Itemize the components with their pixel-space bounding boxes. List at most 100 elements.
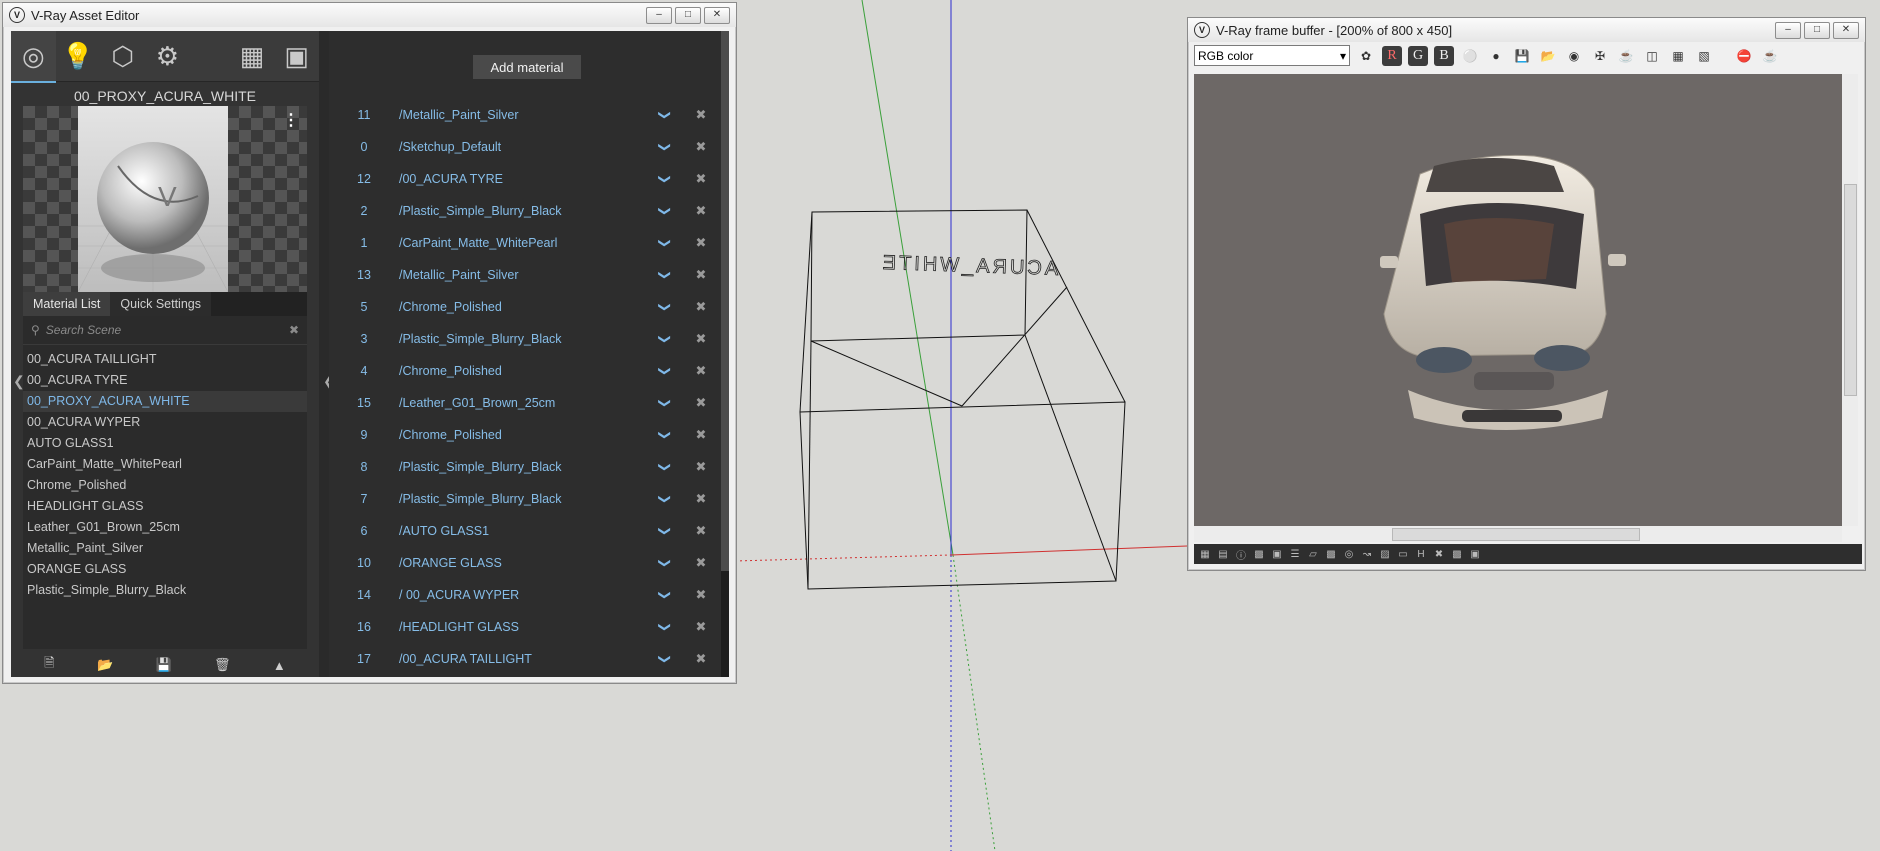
remove-slot-icon[interactable]: ✖ — [683, 139, 719, 155]
list-item[interactable]: Plastic_Simple_Blurry_Black — [23, 580, 307, 601]
compare-icon[interactable]: ◫ — [1642, 46, 1662, 66]
scrollbar-thumb[interactable] — [1392, 528, 1640, 541]
chevron-down-icon[interactable]: ❯ — [658, 161, 672, 197]
interactive-render-icon[interactable]: ☕ — [1760, 46, 1780, 66]
chevron-left-icon[interactable]: ❮ — [13, 373, 25, 390]
list-item[interactable]: Leather_G01_Brown_25cm — [23, 517, 307, 538]
slot-row[interactable]: 5/Chrome_Polished ❯ ✖ — [329, 291, 719, 323]
purge-icon[interactable]: ▲ — [273, 658, 286, 673]
chevron-down-icon[interactable]: ❯ — [658, 321, 672, 357]
search-bar[interactable]: ⚲ Search Scene ✖ — [23, 316, 307, 344]
stop-render-icon[interactable]: ⛔ — [1734, 46, 1754, 66]
chevron-down-icon[interactable]: ❯ — [658, 545, 672, 581]
search-input[interactable]: Search Scene — [46, 323, 289, 337]
vfb-horizontal-scrollbar[interactable] — [1194, 526, 1842, 542]
chevron-down-icon[interactable]: ❯ — [658, 353, 672, 389]
chevron-down-icon[interactable]: ❯ — [658, 513, 672, 549]
background-icon[interactable]: ▨ — [1378, 548, 1392, 560]
minimize-button[interactable]: – — [1775, 21, 1801, 39]
target-icon[interactable]: ◎ — [1342, 548, 1356, 560]
chevron-down-icon[interactable]: ❯ — [658, 97, 672, 133]
scrollbar-thumb[interactable] — [1844, 184, 1857, 396]
settings-tab-icon[interactable]: ⚙ — [145, 31, 190, 81]
list-item[interactable]: Metallic_Paint_Silver — [23, 538, 307, 559]
chevron-down-icon[interactable]: ❯ — [658, 609, 672, 645]
remove-slot-icon[interactable]: ✖ — [683, 235, 719, 251]
chevron-down-icon[interactable]: ❯ — [658, 641, 672, 677]
slot-row[interactable]: 6/AUTO GLASS1 ❯ ✖ — [329, 515, 719, 547]
chevron-down-icon[interactable]: ❯ — [658, 193, 672, 229]
remove-slot-icon[interactable]: ✖ — [683, 267, 719, 283]
render-image[interactable] — [1194, 74, 1842, 526]
chevron-down-icon[interactable]: ❯ — [658, 417, 672, 453]
slot-row[interactable]: 10/ORANGE GLASS ❯ ✖ — [329, 547, 719, 579]
restore-button[interactable]: □ — [675, 6, 701, 24]
list-item[interactable]: HEADLIGHT GLASS — [23, 496, 307, 517]
clear-search-icon[interactable]: ✖ — [289, 323, 299, 337]
slot-row[interactable]: 13/Metallic_Paint_Silver ❯ ✖ — [329, 259, 719, 291]
tab-quick-settings[interactable]: Quick Settings — [110, 292, 211, 316]
geometry-tab-icon[interactable]: ⬡ — [100, 31, 145, 81]
remove-slot-icon[interactable]: ✖ — [683, 491, 719, 507]
slot-row[interactable]: 9/Chrome_Polished ❯ ✖ — [329, 419, 719, 451]
chevron-down-icon[interactable]: ❯ — [658, 129, 672, 165]
slot-row[interactable]: 17/00_ACURA TAILLIGHT ❯ ✖ — [329, 643, 719, 675]
remove-slot-icon[interactable]: ✖ — [683, 363, 719, 379]
red-channel-button[interactable]: R — [1382, 45, 1402, 66]
remove-slot-icon[interactable]: ✖ — [683, 203, 719, 219]
track-mouse-icon[interactable]: ✠ — [1590, 46, 1610, 66]
remove-slot-icon[interactable]: ✖ — [683, 555, 719, 571]
render-elements-tab-icon[interactable]: ▦ — [230, 31, 275, 81]
slot-row[interactable]: 2/Plastic_Simple_Blurry_Black ❯ ✖ — [329, 195, 719, 227]
gray-dot-icon[interactable]: ● — [1486, 46, 1506, 66]
render-teapot-icon[interactable]: ☕ — [1616, 46, 1636, 66]
list-item[interactable]: Chrome_Polished — [23, 475, 307, 496]
restore-button[interactable]: □ — [1804, 21, 1830, 39]
chevron-down-icon[interactable]: ❯ — [658, 289, 672, 325]
slot-row[interactable]: 7/Plastic_Simple_Blurry_Black ❯ ✖ — [329, 483, 719, 515]
hue-icon[interactable]: H — [1414, 548, 1428, 560]
blue-channel-button[interactable]: B — [1434, 45, 1454, 66]
list-item-selected[interactable]: 00_PROXY_ACURA_WHITE — [23, 391, 307, 412]
frame-buffer-tab-icon[interactable]: ▣ — [274, 31, 319, 81]
list-item[interactable]: CarPaint_Matte_WhitePearl — [23, 454, 307, 475]
chevron-down-icon[interactable]: ❯ — [658, 449, 672, 485]
slot-row[interactable]: 1/CarPaint_Matte_WhitePearl ❯ ✖ — [329, 227, 719, 259]
list-item[interactable]: 00_ACURA TYRE — [23, 370, 307, 391]
lut-icon[interactable]: ▣ — [1270, 548, 1284, 560]
scrollbar-thumb[interactable] — [721, 31, 729, 571]
add-material-button[interactable]: Add material — [473, 55, 581, 79]
list-item[interactable]: 00_ACURA TAILLIGHT — [23, 349, 307, 370]
slot-row[interactable]: 12/00_ACURA TYRE ❯ ✖ — [329, 163, 719, 195]
remove-slot-icon[interactable]: ✖ — [683, 459, 719, 475]
slot-row[interactable]: 16/HEADLIGHT GLASS ❯ ✖ — [329, 611, 719, 643]
info-icon[interactable]: ⓘ — [1234, 548, 1248, 562]
save-image-icon[interactable]: 💾 — [1512, 46, 1532, 66]
curve-icon[interactable]: ↝ — [1360, 548, 1374, 560]
slot-row[interactable]: 3/Plastic_Simple_Blurry_Black ❯ ✖ — [329, 323, 719, 355]
chevron-down-icon[interactable]: ❯ — [658, 225, 672, 261]
remove-slot-icon[interactable]: ✖ — [683, 395, 719, 411]
lights-tab-icon[interactable]: 💡 — [56, 31, 101, 81]
list-item[interactable]: AUTO GLASS1 — [23, 433, 307, 454]
exposure-icon[interactable]: ▩ — [1324, 548, 1338, 560]
slot-row[interactable]: 14 / 00_ACURA WYPER ❯ ✖ — [329, 579, 719, 611]
minimize-button[interactable]: – — [646, 6, 672, 24]
new-file-icon[interactable]: 🗎 — [44, 654, 54, 676]
slot-row[interactable]: 0/Sketchup_Default ❯ ✖ — [329, 131, 719, 163]
remove-slot-icon[interactable]: ✖ — [683, 171, 719, 187]
white-dot-icon[interactable]: ⚪ — [1460, 46, 1480, 66]
remove-slot-icon[interactable]: ✖ — [683, 523, 719, 539]
color-balance-icon[interactable]: ▩ — [1450, 548, 1464, 560]
list-item[interactable]: 00_ACURA WYPER — [23, 412, 307, 433]
tab-material-list[interactable]: Material List — [23, 292, 111, 316]
slot-row[interactable]: 8/Plastic_Simple_Blurry_Black ❯ ✖ — [329, 451, 719, 483]
preview-menu-icon[interactable]: ⋮ — [283, 110, 299, 130]
vfb-titlebar[interactable]: V V-Ray frame buffer - [200% of 800 x 45… — [1188, 18, 1865, 42]
asset-editor-titlebar[interactable]: V V-Ray Asset Editor – □ ✕ — [3, 3, 736, 27]
chevron-down-icon[interactable]: ❯ — [658, 257, 672, 293]
remove-slot-icon[interactable]: ✖ — [683, 587, 719, 603]
green-channel-button[interactable]: G — [1408, 45, 1428, 66]
white-balance-icon[interactable]: ▭ — [1396, 548, 1410, 560]
slot-row[interactable]: 15/Leather_G01_Brown_25cm ❯ ✖ — [329, 387, 719, 419]
